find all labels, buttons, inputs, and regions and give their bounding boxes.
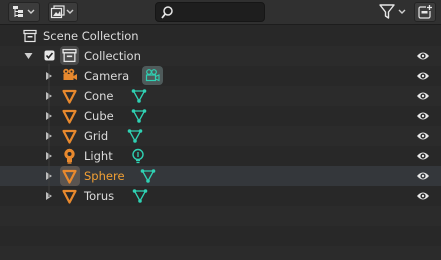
collection-row[interactable]: Collection	[0, 46, 441, 66]
search-input[interactable]	[178, 4, 262, 20]
visibility-eye-icon[interactable]	[416, 150, 430, 162]
object-label-cone: Cone	[84, 89, 114, 103]
new-collection-icon	[418, 4, 433, 19]
object-label-torus: Torus	[84, 189, 115, 203]
camera-data-icon	[145, 69, 160, 82]
empty-row	[0, 246, 441, 260]
expand-arrow-down-icon[interactable]	[24, 52, 33, 60]
light-object-icon	[64, 148, 75, 164]
object-row-cube[interactable]: Cube	[0, 106, 441, 126]
expand-arrow-right-icon[interactable]	[46, 132, 52, 140]
expand-arrow-right-icon[interactable]	[46, 92, 52, 100]
visibility-eye-icon[interactable]	[416, 110, 430, 122]
image-stack-icon	[50, 5, 74, 19]
scene-collection-row[interactable]: Scene Collection	[0, 26, 441, 46]
display-mode-dropdown[interactable]	[8, 2, 40, 22]
new-collection-button[interactable]	[414, 2, 436, 22]
visibility-eye-icon[interactable]	[416, 90, 430, 102]
visibility-eye-icon[interactable]	[416, 50, 430, 62]
search-icon	[161, 6, 173, 19]
mesh-object-icon	[62, 129, 77, 144]
collection-icon-badge	[60, 46, 79, 65]
object-row-light[interactable]: Light	[0, 146, 441, 166]
filter-icon	[379, 4, 406, 19]
object-row-camera[interactable]: Camera	[0, 66, 441, 86]
mesh-object-icon	[62, 189, 77, 204]
object-label-cube: Cube	[84, 109, 114, 123]
mesh-data-icon[interactable]	[131, 88, 147, 104]
mesh-object-icon	[62, 89, 77, 104]
visibility-eye-icon[interactable]	[416, 70, 430, 82]
expand-arrow-right-icon[interactable]	[46, 72, 52, 80]
mesh-data-icon[interactable]	[127, 128, 143, 144]
visibility-eye-icon[interactable]	[416, 190, 430, 202]
expand-arrow-right-icon[interactable]	[46, 152, 52, 160]
mesh-data-icon[interactable]	[140, 168, 156, 184]
object-row-grid[interactable]: Grid	[0, 126, 441, 146]
filter-dropdown[interactable]	[378, 3, 408, 21]
camera-data-badge[interactable]	[142, 66, 163, 85]
expand-arrow-right-icon[interactable]	[46, 172, 52, 180]
exclude-checkbox[interactable]	[44, 50, 55, 61]
object-label-light: Light	[84, 149, 113, 163]
light-data-icon[interactable]	[131, 148, 145, 164]
object-row-sphere[interactable]: Sphere	[0, 166, 441, 186]
object-label-sphere: Sphere	[84, 169, 125, 183]
empty-row	[0, 226, 441, 246]
mesh-object-icon	[62, 169, 77, 184]
collection-icon	[62, 48, 77, 63]
view-layer-dropdown[interactable]	[48, 2, 78, 22]
visibility-eye-icon[interactable]	[416, 130, 430, 142]
expand-arrow-right-icon[interactable]	[46, 112, 52, 120]
collection-label: Collection	[84, 49, 141, 63]
mesh-object-icon	[62, 109, 77, 124]
expand-arrow-right-icon[interactable]	[46, 192, 52, 200]
mesh-data-icon[interactable]	[131, 108, 147, 124]
scene-collection-icon	[23, 29, 37, 43]
active-object-badge	[60, 166, 80, 186]
visibility-eye-icon[interactable]	[416, 170, 430, 182]
object-row-torus[interactable]: Torus	[0, 186, 441, 206]
scene-collection-label: Scene Collection	[43, 29, 139, 43]
empty-row	[0, 206, 441, 226]
camera-object-icon	[63, 68, 77, 80]
object-label-grid: Grid	[84, 129, 109, 143]
outliner-display-mode-icon	[13, 6, 35, 17]
mesh-data-icon[interactable]	[132, 188, 148, 204]
object-row-cone[interactable]: Cone	[0, 86, 441, 106]
outliner-header	[0, 0, 441, 25]
object-label-camera: Camera	[84, 69, 130, 83]
search-field[interactable]	[155, 2, 265, 22]
